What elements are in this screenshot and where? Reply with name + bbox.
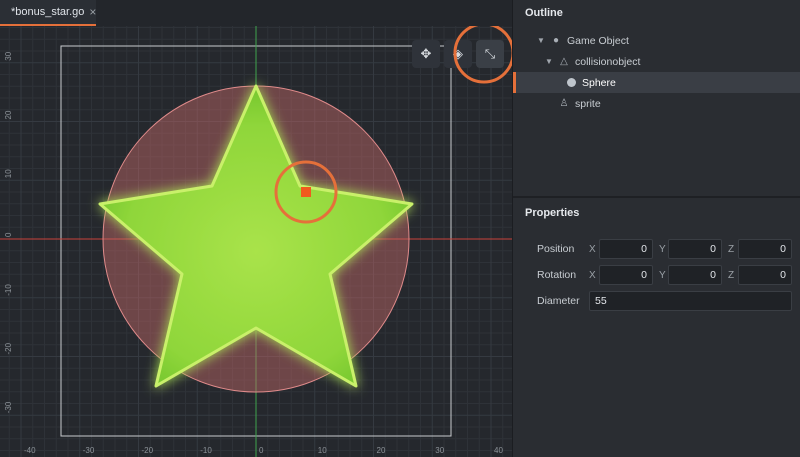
axis-x-label: X: [589, 269, 596, 281]
rotation-x-field[interactable]: 0: [599, 265, 653, 285]
x-tick-label: -20: [142, 446, 154, 455]
diameter-field[interactable]: 55: [589, 291, 792, 311]
tab-bonus-star[interactable]: *bonus_star.go ×: [0, 0, 96, 26]
axis-z-label: Z: [728, 269, 735, 281]
move-icon: ✥: [420, 46, 432, 61]
gizmo-handle: [301, 187, 311, 197]
outline-item-label: Game Object: [567, 34, 629, 47]
outline-item-sphere[interactable]: Sphere: [513, 72, 800, 93]
x-tick-label: 40: [494, 446, 503, 455]
outline-item-label: sprite: [575, 97, 601, 110]
move-tool-button[interactable]: ✥: [412, 40, 440, 68]
y-tick-label: -30: [4, 401, 13, 413]
rotation-label: Rotation: [537, 269, 577, 281]
position-row: Position X 0 Y 0 Z 0: [513, 238, 800, 260]
x-tick-label: -40: [24, 446, 36, 455]
axis-y-label: Y: [659, 243, 666, 255]
right-panel: Outline ▼ ● Game Object ▼ △ collisionobj…: [512, 0, 800, 457]
position-label: Position: [537, 243, 575, 255]
rotation-y-field[interactable]: 0: [668, 265, 722, 285]
rotate-icon: ◈: [453, 46, 463, 61]
scene-canvas[interactable]: -40 -30 -20 -10 0 10 20 30 40 30 20 10 0 -10 -20 -30: [0, 26, 512, 457]
axis-y-label: Y: [659, 269, 666, 281]
outline-item-label: collisionobject: [575, 55, 641, 68]
tab-title: *bonus_star.go: [11, 6, 85, 18]
y-ruler: 30 20 10 0 -10 -20 -30: [4, 51, 13, 413]
sprite-icon: ♙: [559, 98, 569, 109]
x-tick-label: 10: [318, 446, 327, 455]
properties-panel: Properties Position X 0 Y 0 Z 0 Rotation…: [513, 196, 800, 457]
properties-title: Properties: [525, 207, 580, 219]
rotate-tool-button[interactable]: ◈: [444, 40, 472, 68]
y-tick-label: 20: [4, 110, 13, 119]
outline-panel: Outline ▼ ● Game Object ▼ △ collisionobj…: [513, 0, 800, 196]
collision-icon: △: [560, 56, 568, 67]
position-z-field[interactable]: 0: [738, 239, 792, 259]
y-tick-label: 30: [4, 51, 13, 60]
diameter-label: Diameter: [537, 295, 580, 307]
outline-item-game-object[interactable]: ▼ ● Game Object: [513, 30, 800, 51]
rotation-z-field[interactable]: 0: [738, 265, 792, 285]
chevron-down-icon[interactable]: ▼: [537, 36, 545, 45]
position-y-field[interactable]: 0: [668, 239, 722, 259]
outline-item-sprite[interactable]: ♙ sprite: [513, 93, 800, 114]
scale-icon: ⤡: [484, 46, 496, 61]
scene-editor: *bonus_star.go × -40 -30 -20 -10 0 10 20…: [0, 0, 512, 457]
viewport-toolbar: ✥ ◈ ⤡: [412, 40, 504, 68]
x-tick-label: -30: [83, 446, 95, 455]
scale-tool-button[interactable]: ⤡: [476, 40, 504, 68]
x-tick-label: 0: [259, 446, 264, 455]
outline-title: Outline: [525, 7, 563, 19]
y-tick-label: -20: [4, 342, 13, 354]
tab-bar: *bonus_star.go ×: [0, 0, 512, 26]
x-tick-label: 20: [377, 446, 386, 455]
y-tick-label: 0: [4, 232, 13, 237]
axis-z-label: Z: [728, 243, 735, 255]
game-object-file-icon: [3, 9, 9, 15]
y-tick-label: -10: [4, 284, 13, 296]
axis-x-label: X: [589, 243, 596, 255]
outline-item-label: Sphere: [582, 76, 616, 89]
close-icon[interactable]: ×: [89, 5, 96, 19]
scene-viewport[interactable]: -40 -30 -20 -10 0 10 20 30 40 30 20 10 0 -10 -20 -30 ✥…: [0, 26, 512, 457]
sphere-icon: [567, 78, 576, 87]
x-tick-label: 30: [435, 446, 444, 455]
x-tick-label: -10: [200, 446, 212, 455]
outline-item-collisionobject[interactable]: ▼ △ collisionobject: [513, 51, 800, 72]
position-x-field[interactable]: 0: [599, 239, 653, 259]
chevron-down-icon[interactable]: ▼: [545, 57, 553, 66]
game-object-icon: ●: [552, 35, 560, 46]
y-tick-label: 10: [4, 169, 13, 178]
diameter-row: Diameter 55: [513, 290, 800, 312]
rotation-row: Rotation X 0 Y 0 Z 0: [513, 264, 800, 286]
